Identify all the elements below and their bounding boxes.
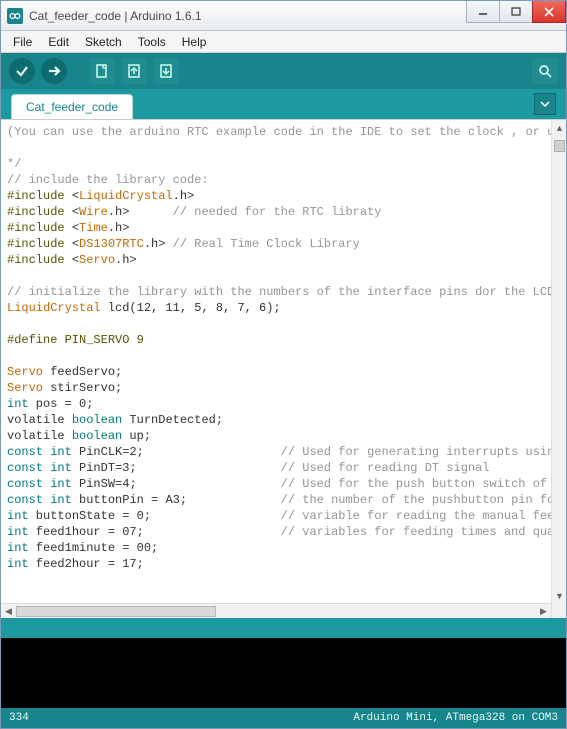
titlebar: Cat_feeder_code | Arduino 1.6.1 xyxy=(1,1,566,31)
scroll-thumb-vertical[interactable] xyxy=(554,140,565,152)
save-sketch-button[interactable] xyxy=(153,58,179,84)
scroll-up-icon[interactable]: ▲ xyxy=(552,120,566,135)
arduino-app-icon xyxy=(7,8,23,24)
menubar: File Edit Sketch Tools Help xyxy=(1,31,566,53)
console-output[interactable] xyxy=(1,636,566,708)
menu-edit[interactable]: Edit xyxy=(40,33,77,51)
scroll-down-icon[interactable]: ▼ xyxy=(552,588,566,603)
code-editor[interactable]: (You can use the arduino RTC example cod… xyxy=(1,120,551,603)
minimize-button[interactable] xyxy=(466,1,500,23)
vertical-scrollbar[interactable]: ▲ ▼ xyxy=(551,120,566,618)
window-controls xyxy=(466,1,566,23)
horizontal-scrollbar[interactable]: ◀ ▶ xyxy=(1,603,551,618)
status-line-number: 334 xyxy=(9,712,29,724)
toolbar xyxy=(1,53,566,89)
window-title: Cat_feeder_code | Arduino 1.6.1 xyxy=(29,9,202,23)
upload-button[interactable] xyxy=(41,58,67,84)
statusbar: 334 Arduino Mini, ATmega328 on COM3 xyxy=(1,708,566,728)
menu-file[interactable]: File xyxy=(5,33,40,51)
tab-menu-button[interactable] xyxy=(534,93,556,115)
tabs-row: Cat_feeder_code xyxy=(1,89,566,119)
scroll-left-icon[interactable]: ◀ xyxy=(1,604,16,619)
maximize-button[interactable] xyxy=(499,1,533,23)
menu-help[interactable]: Help xyxy=(174,33,215,51)
status-board-info: Arduino Mini, ATmega328 on COM3 xyxy=(353,712,558,724)
arduino-ide-window: Cat_feeder_code | Arduino 1.6.1 File Edi… xyxy=(0,0,567,729)
scroll-thumb-horizontal[interactable] xyxy=(16,606,216,617)
console-header xyxy=(1,618,566,636)
close-button[interactable] xyxy=(532,1,566,23)
verify-button[interactable] xyxy=(9,58,35,84)
open-sketch-button[interactable] xyxy=(121,58,147,84)
menu-sketch[interactable]: Sketch xyxy=(77,33,130,51)
serial-monitor-button[interactable] xyxy=(532,58,558,84)
new-sketch-button[interactable] xyxy=(89,58,115,84)
scroll-right-icon[interactable]: ▶ xyxy=(536,604,551,619)
tab-cat-feeder-code[interactable]: Cat_feeder_code xyxy=(11,94,133,119)
editor-area: (You can use the arduino RTC example cod… xyxy=(1,119,566,618)
menu-tools[interactable]: Tools xyxy=(130,33,174,51)
